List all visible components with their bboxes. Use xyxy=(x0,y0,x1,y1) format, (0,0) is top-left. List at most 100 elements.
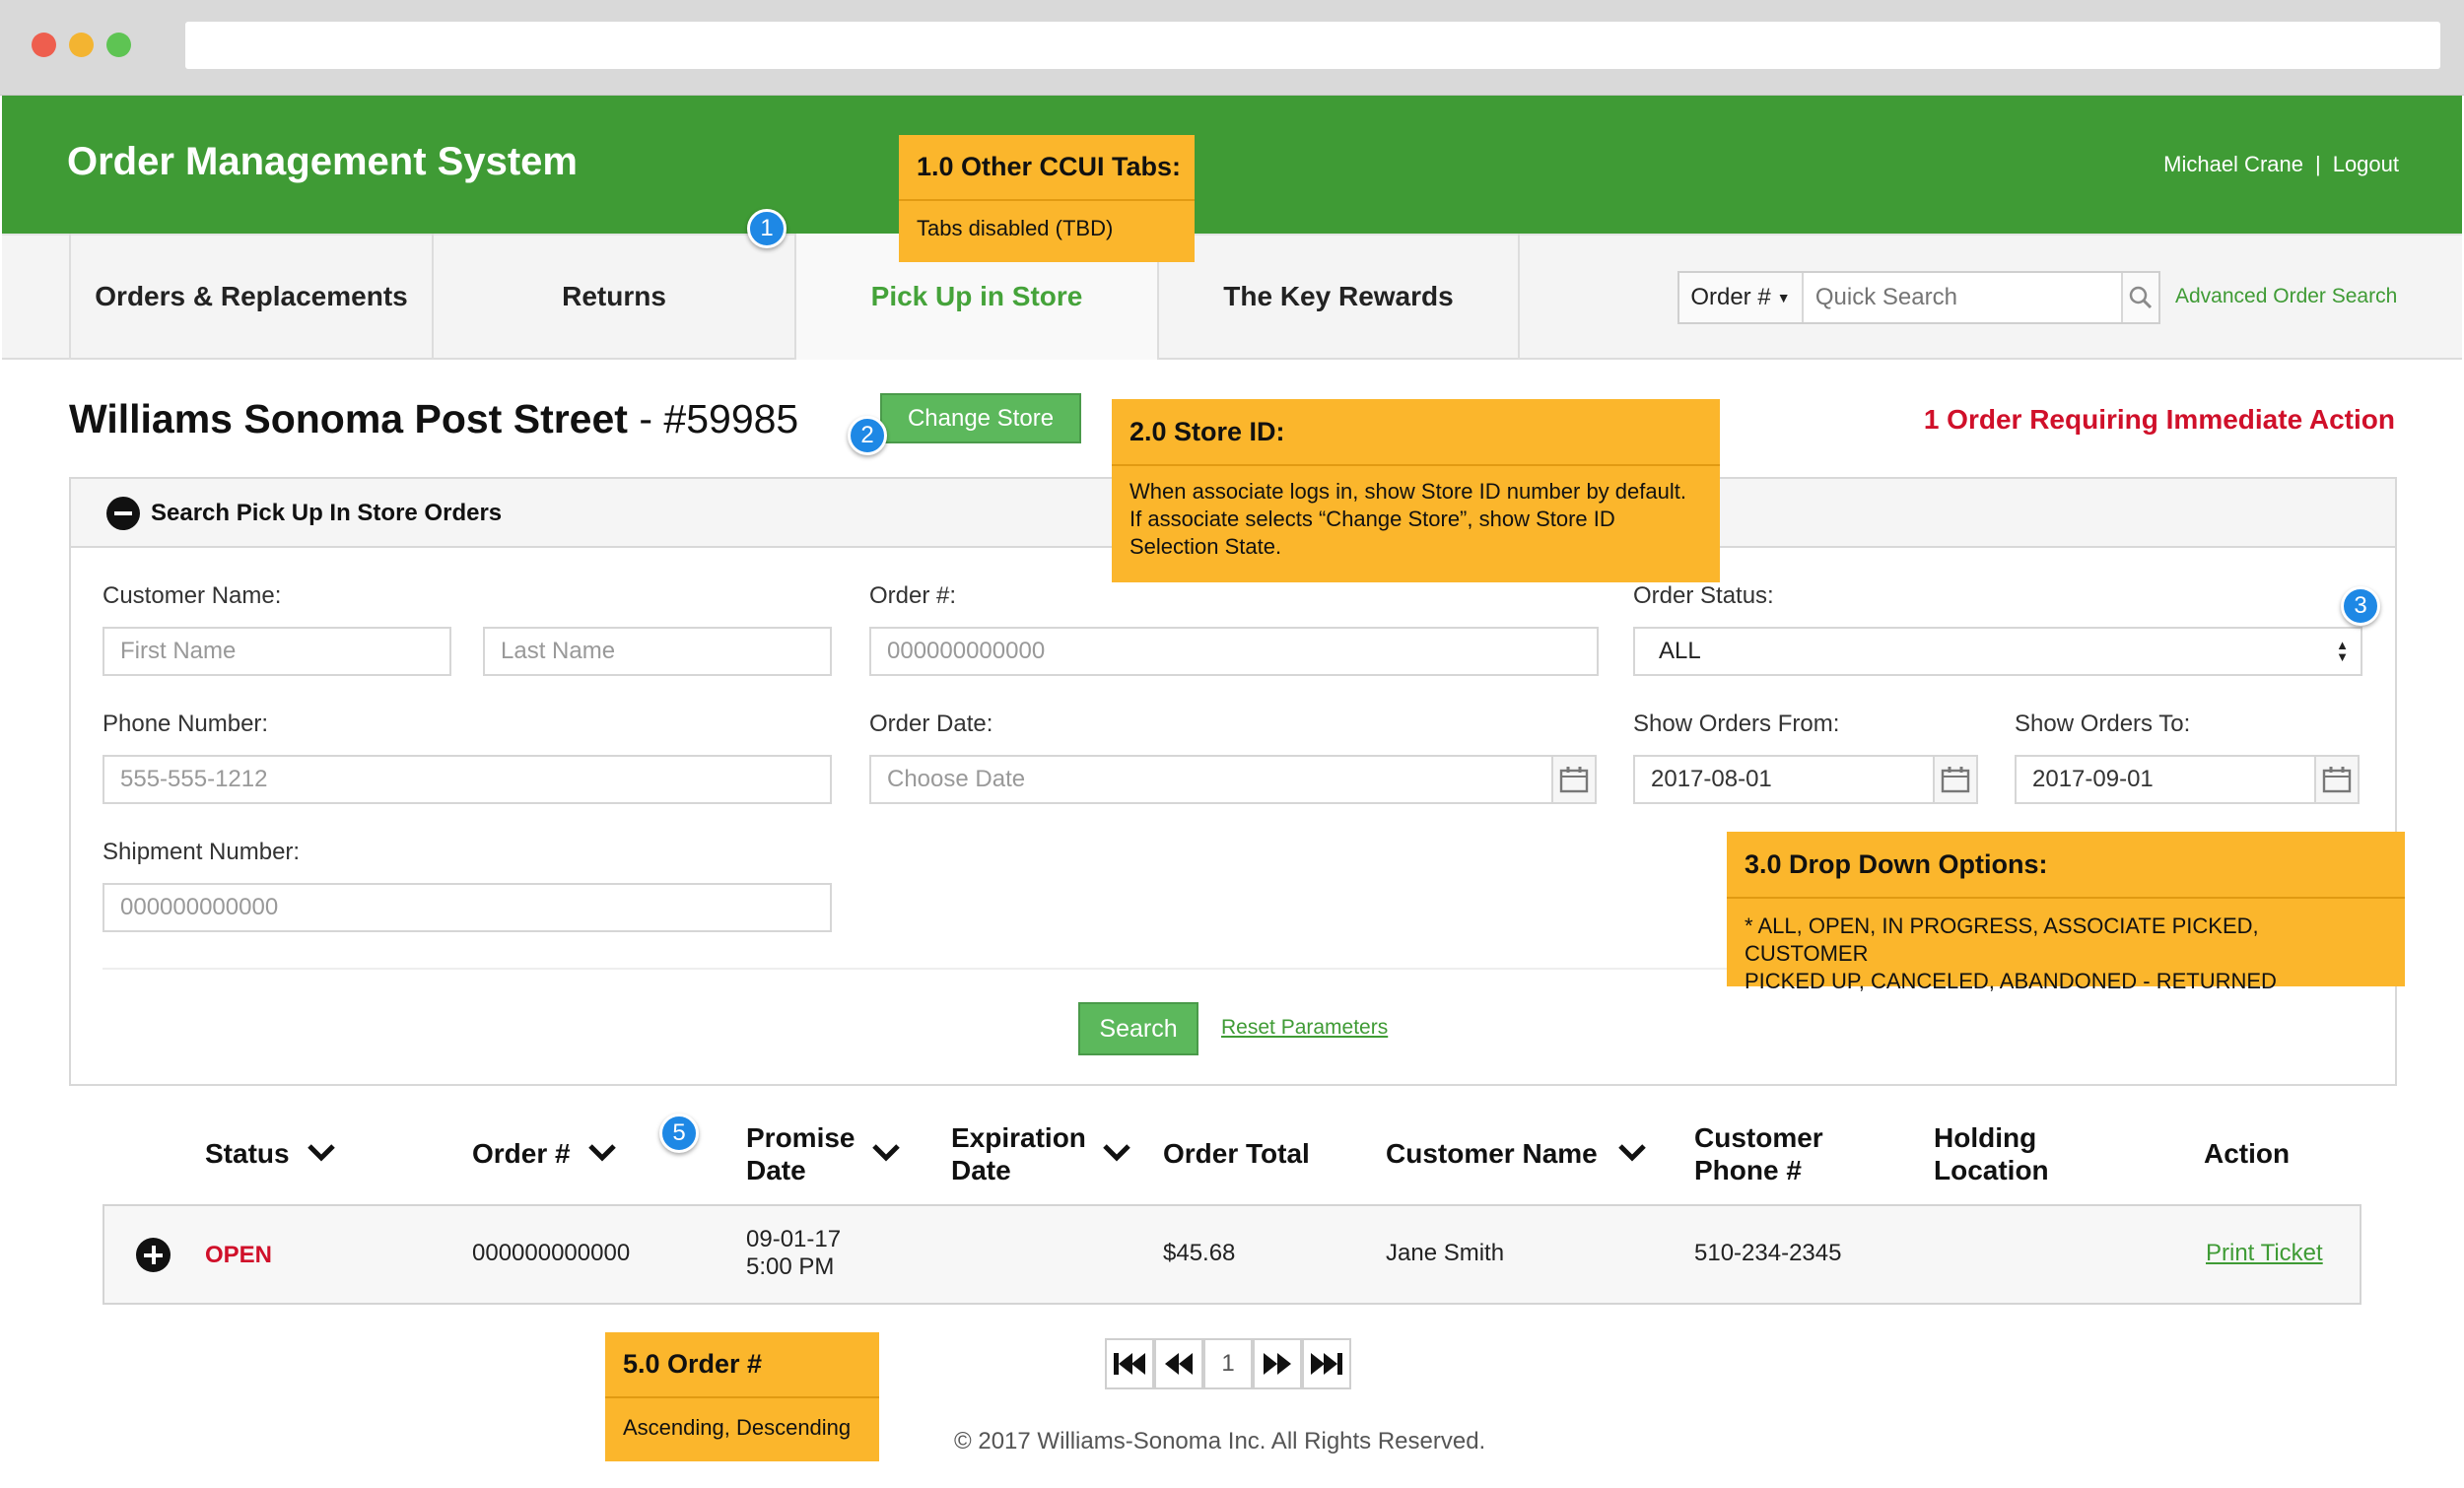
select-arrows-icon: ▲ ▼ xyxy=(2336,638,2349,664)
logout-link[interactable]: Logout xyxy=(2333,152,2399,176)
orders-to-input[interactable]: 2017-09-01 xyxy=(2015,755,2316,804)
address-bar[interactable] xyxy=(185,22,2440,69)
row-customer-phone: 510-234-2345 xyxy=(1694,1240,1842,1266)
order-date-label: Order Date: xyxy=(869,710,993,737)
annotation-2-body: When associate logs in, show Store ID nu… xyxy=(1112,466,1720,561)
calendar-icon xyxy=(1559,767,1589,793)
store-name: Williams Sonoma Post Street xyxy=(69,396,628,441)
row-order-total: $45.68 xyxy=(1163,1240,1236,1266)
customer-name-label: Customer Name: xyxy=(103,582,282,609)
reset-parameters-link[interactable]: Reset Parameters xyxy=(1221,1016,1388,1040)
previous-page-button[interactable] xyxy=(1154,1338,1203,1389)
user-area: Michael Crane | Logout xyxy=(2163,152,2399,177)
store-dash: - xyxy=(639,396,652,441)
holding-location-line2: Location xyxy=(1934,1155,2049,1185)
annotation-badge-3: 3 xyxy=(2341,586,2380,626)
sort-order-number-chevron-icon[interactable] xyxy=(587,1143,617,1163)
annotation-2-line2: If associate selects “Change Store”, sho… xyxy=(1129,507,1615,531)
tab-orders-replacements[interactable]: Orders & Replacements xyxy=(69,234,432,360)
user-name-link[interactable]: Michael Crane xyxy=(2163,152,2303,176)
order-date-calendar-button[interactable] xyxy=(1551,755,1597,804)
row-promise-date: 09-01-17 5:00 PM xyxy=(746,1226,841,1281)
store-title: Williams Sonoma Post Street - #59985 xyxy=(69,396,798,442)
order-status-label: Order Status: xyxy=(1633,582,1774,609)
sort-customer-name-chevron-icon[interactable] xyxy=(1617,1143,1647,1163)
customer-phone-line2: Phone # xyxy=(1694,1155,1802,1185)
print-ticket-link[interactable]: Print Ticket xyxy=(2206,1240,2323,1267)
change-store-button[interactable]: Change Store xyxy=(880,393,1081,443)
sort-promise-date-chevron-icon[interactable] xyxy=(871,1143,901,1163)
column-header-order-total: Order Total xyxy=(1163,1138,1310,1169)
caret-down-icon: ▼ xyxy=(1776,290,1791,305)
orders-to-calendar-button[interactable] xyxy=(2314,755,2360,804)
order-type-label: Order # xyxy=(1690,284,1771,310)
last-page-button[interactable] xyxy=(1302,1338,1351,1389)
search-button[interactable] xyxy=(2120,273,2158,322)
order-number-label: Order #: xyxy=(869,582,957,609)
column-header-expiration-date: Expiration Date xyxy=(951,1121,1086,1186)
minimize-window-icon[interactable] xyxy=(69,33,94,57)
calendar-icon xyxy=(2322,767,2352,793)
row-promise-date-day: 09-01-17 xyxy=(746,1226,842,1252)
column-header-promise-date: Promise Date xyxy=(746,1121,856,1186)
expand-row-icon[interactable] xyxy=(136,1238,171,1272)
orders-from-calendar-button[interactable] xyxy=(1933,755,1978,804)
first-page-icon xyxy=(1114,1353,1145,1375)
last-name-input[interactable]: Last Name xyxy=(483,627,832,676)
annotation-badge-5: 5 xyxy=(659,1114,699,1153)
column-header-action: Action xyxy=(2204,1138,2291,1169)
user-separator: | xyxy=(2314,152,2321,176)
orders-from-label: Show Orders From: xyxy=(1633,710,1840,737)
order-type-dropdown[interactable]: Order # ▼ xyxy=(1679,273,1804,322)
annotation-1-body: Tabs disabled (TBD) xyxy=(917,216,1114,240)
annotation-3-line2: PICKED UP, CANCELED, ABANDONED - RETURNE… xyxy=(1745,969,2277,993)
orders-to-label: Show Orders To: xyxy=(2015,710,2191,737)
current-page-number: 1 xyxy=(1221,1350,1235,1377)
next-page-icon xyxy=(1264,1353,1291,1375)
quick-search-group: Order # ▼ xyxy=(1677,271,2160,324)
store-number: #59985 xyxy=(663,396,799,441)
annotation-2-line3: Selection State. xyxy=(1129,534,1282,559)
row-customer-name: Jane Smith xyxy=(1386,1240,1505,1266)
maximize-window-icon[interactable] xyxy=(106,33,131,57)
urgent-orders-link[interactable]: 1 Order Requiring Immediate Action xyxy=(1924,404,2395,436)
search-panel-title: Search Pick Up In Store Orders xyxy=(151,500,503,526)
expiration-date-line2: Date xyxy=(951,1155,1011,1185)
tab-key-rewards[interactable]: The Key Rewards xyxy=(1157,234,1520,360)
footer-copyright: © 2017 Williams-Sonoma Inc. All Rights R… xyxy=(954,1428,1486,1454)
close-window-icon[interactable] xyxy=(32,33,56,57)
search-submit-button[interactable]: Search xyxy=(1078,1002,1198,1055)
row-status: OPEN xyxy=(205,1242,273,1268)
promise-date-line1: Promise xyxy=(746,1122,856,1153)
annotation-3-body: * ALL, OPEN, IN PROGRESS, ASSOCIATE PICK… xyxy=(1727,899,2405,995)
collapse-icon[interactable] xyxy=(106,497,140,530)
phone-number-label: Phone Number: xyxy=(103,710,269,737)
order-number-input[interactable]: 000000000000 xyxy=(869,627,1599,676)
row-order-number: 000000000000 xyxy=(472,1240,631,1266)
column-header-status: Status xyxy=(205,1138,290,1169)
annotation-5-title: 5.0 Order # xyxy=(605,1332,879,1398)
advanced-order-search-link[interactable]: Advanced Order Search xyxy=(2175,285,2397,308)
annotation-3-title: 3.0 Drop Down Options: xyxy=(1727,832,2405,899)
annotation-5-order-number: 5.0 Order # Ascending, Descending xyxy=(605,1332,879,1461)
holding-location-line1: Holding xyxy=(1934,1122,2037,1153)
first-page-button[interactable] xyxy=(1105,1338,1154,1389)
column-header-holding-location: Holding Location xyxy=(1934,1121,2049,1186)
tab-returns[interactable]: Returns xyxy=(432,234,794,360)
annotation-badge-1: 1 xyxy=(747,209,787,248)
shipment-number-input[interactable]: 000000000000 xyxy=(103,883,832,932)
order-date-input[interactable]: Choose Date xyxy=(869,755,1553,804)
sort-expiration-date-chevron-icon[interactable] xyxy=(1102,1143,1131,1163)
next-page-button[interactable] xyxy=(1253,1338,1302,1389)
column-header-order-number: Order # xyxy=(472,1138,571,1169)
quick-search-input[interactable] xyxy=(1803,273,2121,322)
annotation-badge-2: 2 xyxy=(848,416,887,455)
app-title: Order Management System xyxy=(67,140,578,183)
first-name-input[interactable]: First Name xyxy=(103,627,451,676)
sort-status-chevron-icon[interactable] xyxy=(307,1143,336,1163)
annotation-1-title: 1.0 Other CCUI Tabs: xyxy=(899,135,1195,201)
phone-number-input[interactable]: 555-555-1212 xyxy=(103,755,832,804)
current-page-indicator: 1 xyxy=(1203,1338,1253,1389)
orders-from-input[interactable]: 2017-08-01 xyxy=(1633,755,1935,804)
order-status-select[interactable]: ALL ▲ ▼ xyxy=(1633,627,2362,676)
